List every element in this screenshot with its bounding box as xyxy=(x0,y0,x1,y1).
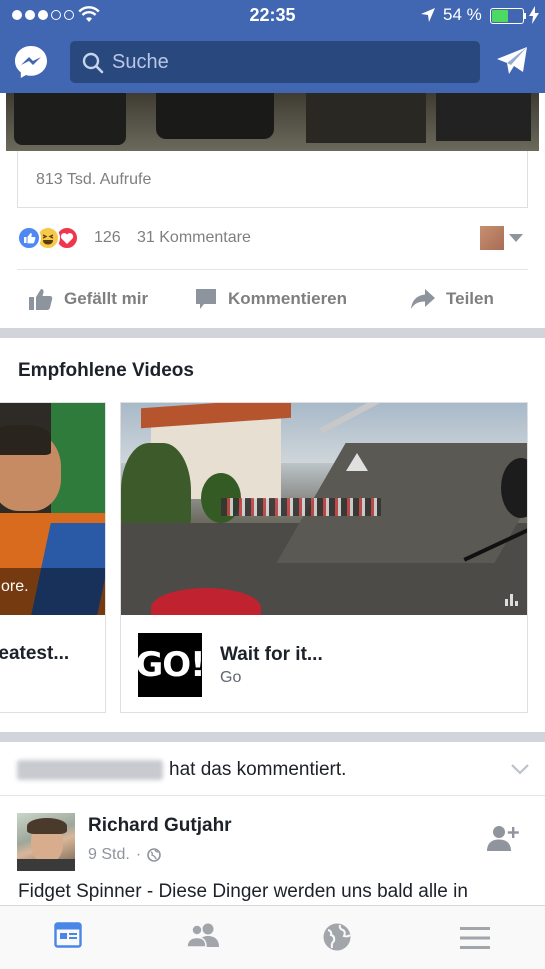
comment-bubble-icon xyxy=(196,289,216,309)
post-actions: Gefällt mir Kommentieren Teilen xyxy=(0,270,545,328)
video-title[interactable]: Wait for it... xyxy=(220,644,323,666)
story-header: hat das kommentiert. xyxy=(0,744,545,796)
avatar-hair xyxy=(27,818,67,834)
globe-icon[interactable] xyxy=(322,922,352,952)
chair-shape xyxy=(436,93,531,141)
battery-percent: 54 % xyxy=(443,5,482,24)
post-text: Fidget Spinner - Diese Dinger werden uns… xyxy=(18,881,468,902)
battery-icon xyxy=(490,8,524,24)
like-label: Gefällt mir xyxy=(64,289,149,308)
recommended-videos-title: Empfohlene Videos xyxy=(18,360,194,381)
friends-icon[interactable] xyxy=(186,922,220,948)
tab-bar xyxy=(0,905,545,969)
video-card[interactable]: GO! Wait for it... Go xyxy=(120,402,528,713)
charging-bolt-icon xyxy=(529,6,539,24)
video-source[interactable]: Go xyxy=(220,669,241,687)
view-count: 813 Tsd. Aufrufe xyxy=(36,171,152,188)
messenger-icon[interactable] xyxy=(13,44,49,80)
search-icon xyxy=(82,52,104,74)
chevron-down-icon[interactable] xyxy=(509,234,523,242)
battery-cap xyxy=(524,13,526,19)
thumbnail-hair xyxy=(0,425,51,455)
video-thumbnail[interactable] xyxy=(121,403,527,615)
post-meta: 9 Std. · xyxy=(88,846,161,864)
meta-separator: · xyxy=(135,846,142,863)
send-paper-plane-icon[interactable] xyxy=(496,46,528,76)
video-card[interactable]: ore. reatest... xyxy=(0,402,106,713)
video-thumbnail[interactable]: ore. xyxy=(0,403,105,615)
chair-shape xyxy=(156,93,274,139)
like-reaction-icon xyxy=(17,226,41,250)
news-feed-icon[interactable] xyxy=(54,922,82,948)
battery-level xyxy=(492,10,508,22)
section-separator xyxy=(0,328,545,338)
thumbnail-crowd xyxy=(221,498,381,516)
comment-label: Kommentieren xyxy=(228,289,348,308)
reaction-count: 126 xyxy=(94,229,121,246)
chevron-down-icon[interactable] xyxy=(511,763,529,775)
add-friend-icon[interactable] xyxy=(486,824,520,852)
reactions-summary[interactable]: 126 31 Kommentare xyxy=(17,224,528,254)
post-time[interactable]: 9 Std. xyxy=(88,846,130,864)
chair-shape xyxy=(14,93,126,145)
globe-icon xyxy=(147,848,161,862)
thumbnail-caption: ore. xyxy=(1,578,29,595)
post-author[interactable]: Richard Gutjahr xyxy=(88,815,232,837)
avatar[interactable] xyxy=(17,813,75,871)
reaction-selector-avatar[interactable] xyxy=(480,226,504,250)
video-indicator-icon xyxy=(505,594,518,606)
video-title[interactable]: reatest... xyxy=(0,643,69,665)
blurred-friend-name xyxy=(17,760,163,780)
comment-count[interactable]: 31 Kommentare xyxy=(137,229,251,247)
search-box[interactable] xyxy=(70,41,480,83)
share-label: Teilen xyxy=(446,289,494,308)
search-input[interactable] xyxy=(112,41,462,83)
thumbs-up-icon xyxy=(29,289,53,310)
nav-bar xyxy=(0,32,545,93)
story-activity-text: hat das kommentiert. xyxy=(169,759,347,780)
location-arrow-icon xyxy=(421,8,435,22)
top-bar: 22:35 54 % xyxy=(0,0,545,93)
comment-button[interactable]: Kommentieren xyxy=(194,270,347,328)
avatar-shirt xyxy=(17,859,75,871)
like-button[interactable]: Gefällt mir xyxy=(28,270,148,328)
share-arrow-icon xyxy=(411,289,435,309)
share-button[interactable]: Teilen xyxy=(410,270,494,328)
status-bar: 22:35 54 % xyxy=(0,0,545,32)
previous-video-thumbnail[interactable] xyxy=(6,93,539,151)
menu-icon[interactable] xyxy=(460,926,490,950)
chair-shape xyxy=(306,93,426,143)
go-logo: GO! xyxy=(135,633,206,697)
video-views-box: 813 Tsd. Aufrufe xyxy=(17,151,528,208)
thumbnail-warning-sign xyxy=(346,453,368,471)
section-separator xyxy=(0,732,545,742)
